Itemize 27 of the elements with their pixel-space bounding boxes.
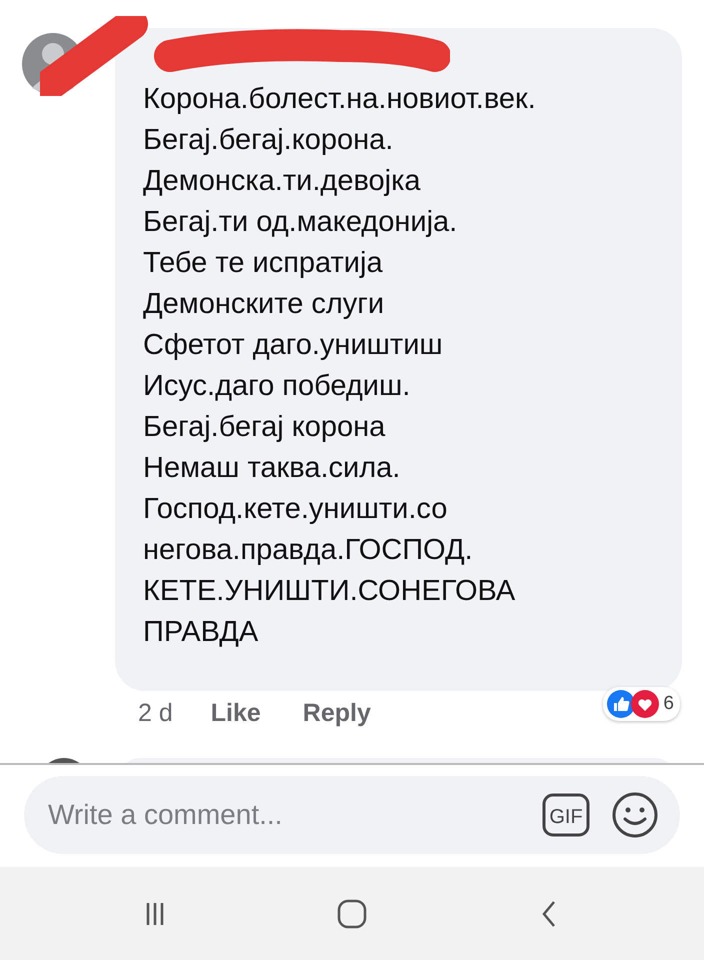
comment-input[interactable]: Write a comment... GIF xyxy=(24,776,680,854)
comment-text-line: Бегај.бегај.корона. xyxy=(143,123,394,158)
comment-text-line: ПРАВДА xyxy=(143,615,260,650)
comment-placeholder: Write a comment... xyxy=(48,799,284,831)
comment-time: 2 d xyxy=(138,699,173,728)
home-icon[interactable] xyxy=(336,898,368,930)
comment-text-line: негова.правда.ГОСПОД. xyxy=(143,533,474,568)
comment-text-line: Немаш таква.сила. xyxy=(143,451,402,486)
comment-text-line: Демонските слуги xyxy=(143,287,386,322)
gif-label: GIF xyxy=(549,806,583,828)
emoji-icon[interactable] xyxy=(612,792,658,838)
recent-apps-icon[interactable] xyxy=(145,900,166,926)
comment-text-line: Господ.кете.уништи.со xyxy=(143,492,448,527)
gif-icon[interactable]: GIF xyxy=(542,793,590,837)
comment-text-line: Тебе те испратија xyxy=(143,246,384,281)
like-link[interactable]: Like xyxy=(210,699,261,728)
reactions-pill[interactable]: 6 xyxy=(603,687,680,721)
comment-text-line: Корона.болест.на.новиот.век. xyxy=(143,82,537,117)
reply-link[interactable]: Reply xyxy=(302,699,371,728)
comment-text-line: Сфетот даго.уништиш xyxy=(143,328,444,363)
comment-text-line: Исус.даго победиш. xyxy=(143,369,412,404)
thumbs-up-icon xyxy=(607,690,636,718)
comment-text-line: Демонска.ти.девојка xyxy=(143,164,422,199)
comment-text-line: КЕТЕ.УНИШТИ.СОНЕГОВА xyxy=(143,574,516,609)
comment-text-line: Бегај.ти од.македонија. xyxy=(143,205,458,240)
reaction-count: 6 xyxy=(663,693,674,715)
comment-text-line: Бегај.бегај корона xyxy=(143,410,386,445)
